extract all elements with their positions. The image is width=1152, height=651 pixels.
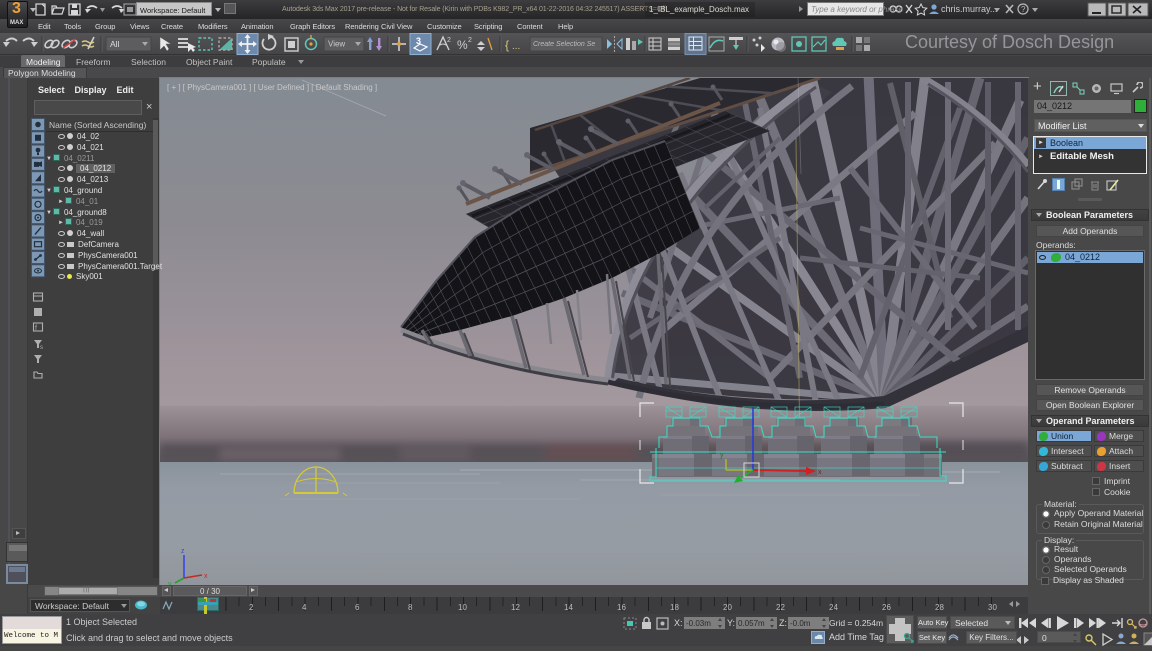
svg-text:x: x bbox=[818, 469, 822, 476]
svg-text:2: 2 bbox=[468, 37, 472, 44]
svg-text:x: x bbox=[204, 573, 208, 580]
svg-text:f: f bbox=[35, 325, 37, 332]
svg-text:?: ? bbox=[1021, 5, 1026, 14]
svg-text:{: { bbox=[505, 38, 509, 52]
svg-text:2: 2 bbox=[447, 37, 451, 44]
svg-text:View: View bbox=[328, 40, 345, 49]
svg-text:y: y bbox=[720, 452, 724, 459]
svg-text:z: z bbox=[181, 548, 185, 555]
svg-text:3: 3 bbox=[416, 36, 421, 46]
svg-text:s: s bbox=[40, 345, 43, 351]
svg-text:...: ... bbox=[512, 41, 520, 52]
svg-text:[ + ] [ PhysCamera001 ] [ User: [ + ] [ PhysCamera001 ] [ User Defined ]… bbox=[167, 83, 377, 92]
svg-text:Create Selection Se: Create Selection Se bbox=[533, 41, 595, 48]
svg-text:All: All bbox=[110, 39, 120, 49]
svg-text:%: % bbox=[457, 38, 468, 52]
